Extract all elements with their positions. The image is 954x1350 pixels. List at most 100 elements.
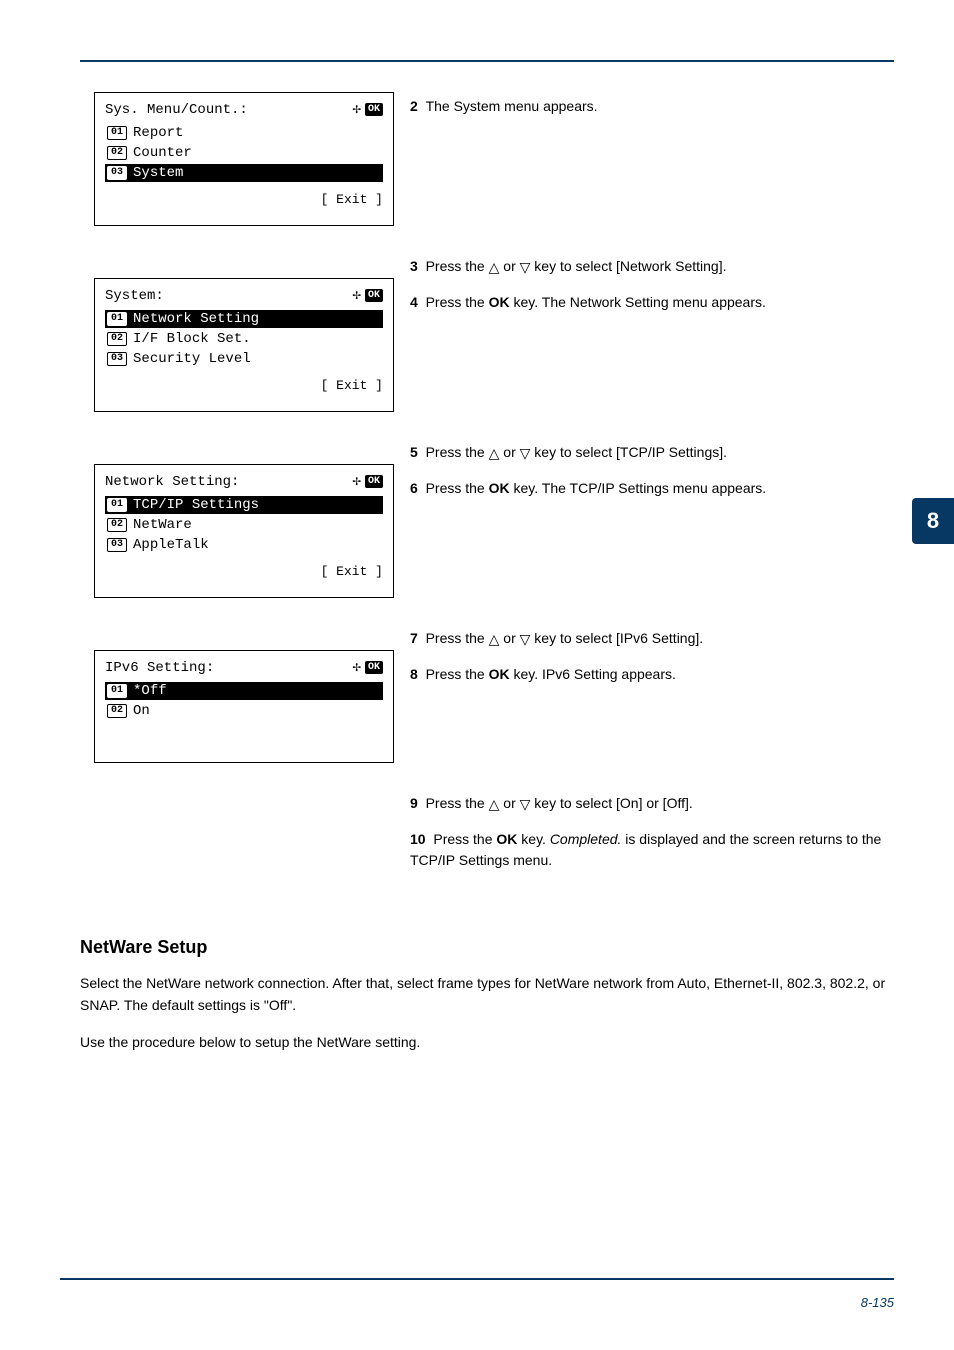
lcd-title: Network Setting: (105, 474, 239, 490)
ok-icon: OK (365, 289, 383, 302)
step-body: The System menu appears. (426, 98, 598, 114)
lcd-item-selected: 01 Network Setting (105, 310, 383, 328)
lcd-item-label: AppleTalk (133, 537, 209, 553)
lcd-footer: [ Exit ] (105, 192, 383, 207)
ok-icon: OK (365, 475, 383, 488)
step-number: 4 (410, 294, 418, 310)
lcd-screen-2: System: ✢ OK 01 Network Setting 02 I/F Blo… (94, 278, 394, 412)
body-paragraph: Select the NetWare network connection. A… (80, 972, 894, 1017)
item-num-icon: 01 (107, 312, 127, 326)
step-text: 9 Press the △ or ▽ key to select [On] or… (410, 793, 894, 815)
step-text: 8 Press the OK key. IPv6 Setting appears… (410, 664, 894, 685)
lcd-item: 02 On (105, 702, 383, 720)
step-text: 4 Press the OK key. The Network Setting … (410, 292, 894, 313)
lcd-header-icons: ✢ OK (353, 473, 383, 490)
step-row-5-6: Network Setting: ✢ OK 01TCP/IP Settings … (80, 438, 894, 598)
item-num-icon: 02 (107, 146, 127, 160)
lcd-item: 03 AppleTalk (105, 536, 383, 554)
step-text: 6 Press the OK key. The TCP/IP Settings … (410, 478, 894, 499)
item-num-icon: 03 (107, 352, 127, 366)
nav-arrows-icon: ✢ (353, 101, 361, 118)
step-row-7-8: IPv6 Setting: ✢ OK 01*Off 02 On 7 Press t… (80, 624, 894, 763)
bottom-rule (60, 1278, 894, 1280)
lcd-title: System: (105, 288, 164, 304)
item-num-icon: 02 (107, 704, 127, 718)
lcd-item-selected: 01 TCP/IP Settings (105, 496, 383, 514)
up-triangle-icon: △ (489, 794, 500, 815)
lcd-item-label: NetWare (133, 517, 192, 533)
lcd-header-icons: ✢ OK (353, 287, 383, 304)
lcd-header-icons: ✢ OK (353, 101, 383, 118)
ok-key: OK (489, 666, 510, 682)
chapter-tab: 8 (912, 498, 954, 544)
step-number: 5 (410, 444, 418, 460)
lcd-screen-3: Network Setting: ✢ OK 01TCP/IP Settings … (94, 464, 394, 598)
step-number: 7 (410, 630, 418, 646)
step-text: 10 Press the OK key. Completed. is displ… (410, 829, 894, 871)
lcd-item-label: On (133, 703, 150, 719)
step-number: 10 (410, 831, 426, 847)
page-number: 8-135 (861, 1295, 894, 1310)
lcd-item-label: Security Level (133, 351, 251, 367)
nav-arrows-icon: ✢ (353, 659, 361, 676)
lcd-item-label: Report (133, 125, 183, 141)
step-number: 9 (410, 795, 418, 811)
ok-key: OK (496, 831, 517, 847)
lcd-title: IPv6 Setting: (105, 660, 214, 676)
down-triangle-icon: ▽ (520, 257, 531, 278)
step-row-3-4: System: ✢ OK 01 Network Setting 02 I/F Blo… (80, 252, 894, 412)
down-triangle-icon: ▽ (520, 443, 531, 464)
step-row-9-10: 9 Press the △ or ▽ key to select [On] or… (80, 789, 894, 885)
step-number: 3 (410, 258, 418, 274)
item-num-icon: 02 (107, 518, 127, 532)
chapter-number: 8 (927, 508, 939, 534)
nav-arrows-icon: ✢ (353, 473, 361, 490)
lcd-item-label: Counter (133, 145, 192, 161)
down-triangle-icon: ▽ (520, 629, 531, 650)
lcd-item-label: TCP/IP Settings (133, 497, 259, 513)
lcd-item-label: System (133, 165, 183, 181)
step-row-2: Sys. Menu/Count.: ✢ OK 01 Report 02 Counte… (80, 92, 894, 226)
lcd-title: Sys. Menu/Count.: (105, 102, 248, 118)
lcd-item-label: Network Setting (133, 311, 259, 327)
item-num-icon: 01 (107, 126, 127, 140)
step-text: 3 Press the △ or ▽ key to select [Networ… (410, 256, 894, 278)
item-num-icon: 01 (107, 684, 127, 698)
lcd-footer: [ Exit ] (105, 378, 383, 393)
item-num-icon: 02 (107, 332, 127, 346)
content: Sys. Menu/Count.: ✢ OK 01 Report 02 Counte… (80, 92, 894, 1067)
lcd-item: 02 NetWare (105, 516, 383, 534)
ok-key: OK (489, 480, 510, 496)
lcd-item-selected: 03 System (105, 164, 383, 182)
completed-text: Completed. (550, 831, 622, 847)
body-paragraph: Use the procedure below to setup the Net… (80, 1031, 894, 1053)
item-num-icon: 03 (107, 166, 127, 180)
step-number: 6 (410, 480, 418, 496)
step-text: 7 Press the △ or ▽ key to select [IPv6 S… (410, 628, 894, 650)
lcd-screen-1: Sys. Menu/Count.: ✢ OK 01 Report 02 Counte… (94, 92, 394, 226)
ok-icon: OK (365, 103, 383, 116)
lcd-item: 01 Report (105, 124, 383, 142)
item-num-icon: 01 (107, 498, 127, 512)
up-triangle-icon: △ (489, 257, 500, 278)
item-num-icon: 03 (107, 538, 127, 552)
lcd-item: 03 Security Level (105, 350, 383, 368)
nav-arrows-icon: ✢ (353, 287, 361, 304)
ok-key: OK (489, 294, 510, 310)
step-text: 5 Press the △ or ▽ key to select [TCP/IP… (410, 442, 894, 464)
default-value: Off (269, 997, 287, 1013)
lcd-item-label: I/F Block Set. (133, 331, 251, 347)
up-triangle-icon: △ (489, 443, 500, 464)
lcd-item-label: Off (141, 683, 166, 699)
step-text: 2 The System menu appears. (410, 96, 894, 117)
lcd-screen-4: IPv6 Setting: ✢ OK 01*Off 02 On (94, 650, 394, 763)
lcd-footer: [ Exit ] (105, 564, 383, 579)
top-rule (80, 60, 894, 62)
down-triangle-icon: ▽ (520, 794, 531, 815)
section-heading: NetWare Setup (80, 937, 894, 958)
lcd-item-selected: 01*Off (105, 682, 383, 700)
ok-icon: OK (365, 661, 383, 674)
step-number: 8 (410, 666, 418, 682)
lcd-header-icons: ✢ OK (353, 659, 383, 676)
up-triangle-icon: △ (489, 629, 500, 650)
